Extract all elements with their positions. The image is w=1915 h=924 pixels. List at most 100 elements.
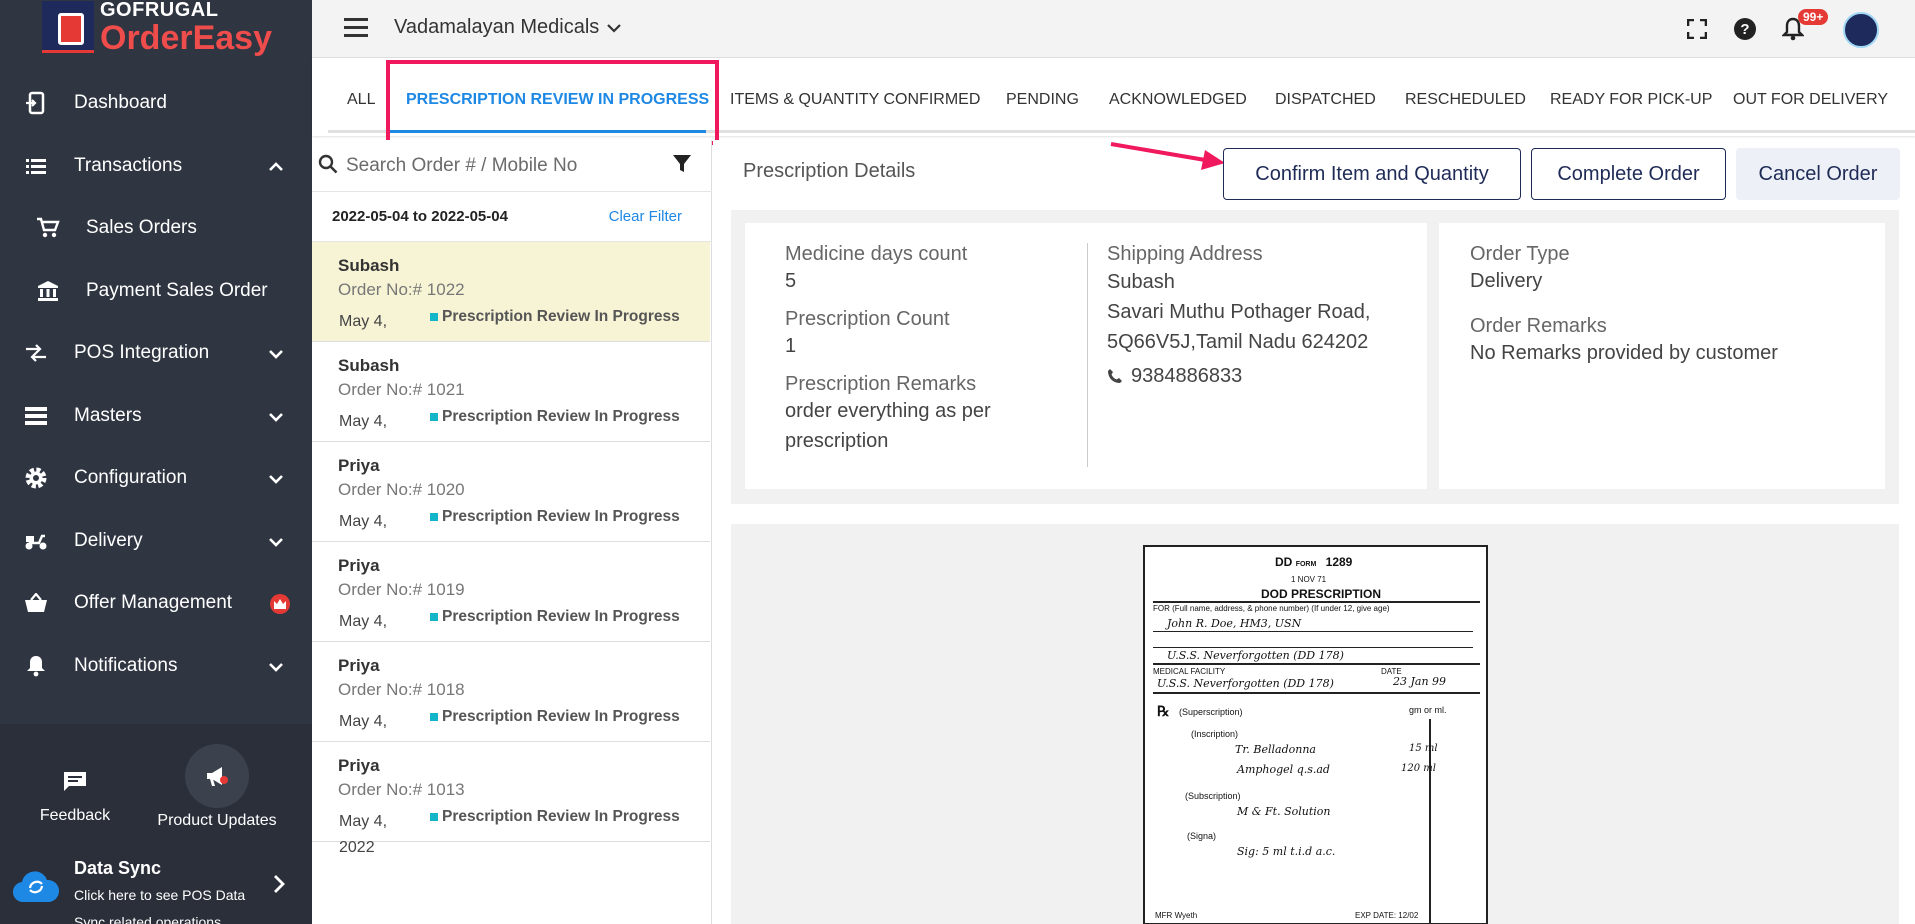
notification-count-badge: 99+ <box>1798 9 1829 25</box>
tab-items-quantity-confirmed[interactable]: ITEMS & QUANTITY CONFIRMED <box>730 60 980 132</box>
chevron-down-icon <box>269 475 283 484</box>
order-info-section: Medicine days count 5 Prescription Count… <box>731 210 1899 504</box>
prescription-image[interactable]: DD FORM 1289 1 NOV 71 DOD PRESCRIPTION F… <box>1143 545 1488 924</box>
order-details-panel: Prescription Details Confirm Item and Qu… <box>713 140 1915 924</box>
status-badge: Prescription Review In Progress <box>430 508 680 526</box>
tab-acknowledged[interactable]: ACKNOWLEDGED <box>1109 60 1247 132</box>
date-range: 2022-05-04 to 2022-05-04 <box>332 208 508 225</box>
order-card[interactable]: Subash Order No:# 1021 May 4, Prescripti… <box>312 342 710 442</box>
complete-order-button[interactable]: Complete Order <box>1531 148 1726 200</box>
medicine-days-label: Medicine days count <box>785 243 968 265</box>
status-badge: Prescription Review In Progress <box>430 708 680 726</box>
tab-pending[interactable]: PENDING <box>1006 60 1079 132</box>
customer-name: Priya <box>338 756 380 775</box>
user-avatar[interactable] <box>1843 12 1879 48</box>
order-date: May 4, 2022 <box>339 809 399 861</box>
phone-number-text: 9384886833 <box>1131 365 1243 387</box>
filter-icon[interactable] <box>672 154 692 174</box>
rx-exp-label: EXP DATE: <box>1355 911 1397 920</box>
rx-rule <box>1153 647 1473 648</box>
cancel-order-button[interactable]: Cancel Order <box>1736 148 1900 200</box>
product-updates-button[interactable]: Product Updates <box>142 744 292 830</box>
sidebar-footer: Feedback Product Updates Data Sync Click… <box>0 724 312 924</box>
datasync-button[interactable]: Data Sync Click here to see POS Data Syn… <box>0 844 312 924</box>
status-text: Prescription Review In Progress <box>442 508 680 525</box>
status-dot <box>430 313 438 321</box>
rx-units: gm or ml. <box>1409 705 1447 715</box>
tab-prescription-review[interactable]: PRESCRIPTION REVIEW IN PROGRESS <box>406 60 709 132</box>
sidebar-item-sales-orders[interactable]: Sales Orders <box>0 197 312 260</box>
rx-mfr: MFR Wyeth <box>1155 911 1197 920</box>
status-text: Prescription Review In Progress <box>442 408 680 425</box>
annotation-arrow <box>1110 142 1225 170</box>
rx-form-dd: DD <box>1275 555 1293 569</box>
chevron-down-icon <box>269 350 283 359</box>
order-number: Order No:# 1013 <box>338 780 465 799</box>
order-card[interactable]: Priya Order No:# 1018 May 4, Prescriptio… <box>312 642 710 742</box>
brand-logo[interactable]: GOFRUGAL OrderEasy <box>42 0 272 55</box>
tab-dispatched[interactable]: DISPATCHED <box>1275 60 1376 132</box>
confirm-item-quantity-button[interactable]: Confirm Item and Quantity <box>1223 148 1521 200</box>
order-date: May 4, <box>339 513 388 530</box>
prescription-count-value: 1 <box>785 335 797 357</box>
sidebar-item-offer-management[interactable]: Offer Management <box>0 572 312 635</box>
sidebar-item-pos-integration[interactable]: POS Integration <box>0 322 312 385</box>
datasync-description: Click here to see POS Data Sync related … <box>74 887 246 924</box>
sidebar-item-configuration[interactable]: Configuration <box>0 447 312 510</box>
fullscreen-icon[interactable] <box>1684 16 1710 42</box>
tab-ready-for-pickup[interactable]: READY FOR PICK-UP <box>1550 60 1712 132</box>
order-card[interactable]: Priya Order No:# 1013 May 4, 2022 Prescri… <box>312 742 710 856</box>
prescription-image-section: DD FORM 1289 1 NOV 71 DOD PRESCRIPTION F… <box>731 524 1899 924</box>
tab-all[interactable]: ALL <box>347 60 375 132</box>
order-card[interactable]: Priya Order No:# 1020 May 4, Prescriptio… <box>312 442 710 542</box>
order-type-card: Order Type Delivery Order Remarks No Rem… <box>1439 223 1885 489</box>
sidebar-item-label: Sales Orders <box>86 217 197 239</box>
status-dot <box>430 813 438 821</box>
sidebar-item-notifications[interactable]: Notifications <box>0 635 312 698</box>
date-filter: 2022-05-04 to 2022-05-04 Clear Filter <box>312 192 712 242</box>
rx-heading: DOD PRESCRIPTION <box>1261 587 1382 601</box>
order-number: Order No:# 1020 <box>338 480 465 499</box>
order-date: May 4, <box>339 413 388 430</box>
help-icon[interactable]: ? <box>1732 16 1758 42</box>
menu-icon[interactable] <box>344 18 368 38</box>
sidebar-item-delivery[interactable]: Delivery <box>0 510 312 573</box>
tab-rescheduled[interactable]: RESCHEDULED <box>1405 60 1526 132</box>
rx-facility-label: MEDICAL FACILITY <box>1153 667 1226 676</box>
order-date: May 4, <box>339 613 388 630</box>
rx-form-small: FORM <box>1295 561 1317 568</box>
shipping-name: Subash <box>1107 271 1175 293</box>
clear-filter-link[interactable]: Clear Filter <box>609 208 682 225</box>
feedback-button[interactable]: Feedback <box>0 744 150 825</box>
sidebar-item-transactions[interactable]: Transactions <box>0 135 312 198</box>
customer-name: Priya <box>338 656 380 675</box>
dashboard-icon <box>24 91 48 115</box>
order-date-year: 2022 <box>339 839 375 856</box>
prescription-info-card: Medicine days count 5 Prescription Count… <box>745 223 1427 489</box>
sidebar-item-label: Notifications <box>74 654 178 676</box>
rx-exp: EXP DATE: 12/02 <box>1355 911 1418 920</box>
sidebar-item-label: POS Integration <box>74 342 210 364</box>
rx-subscription: (Subscription) <box>1185 791 1241 801</box>
order-number: Order No:# 1022 <box>338 280 465 299</box>
brand-top-text: GOFRUGAL <box>100 0 219 21</box>
store-selector[interactable]: Vadamalayan Medicals <box>394 16 622 39</box>
tab-out-for-delivery[interactable]: OUT FOR DELIVERY <box>1733 60 1888 132</box>
rx-form-date: 1 NOV 71 <box>1291 575 1327 584</box>
sidebar-item-dashboard[interactable]: Dashboard <box>0 72 312 135</box>
sidebar-item-masters[interactable]: Masters <box>0 385 312 448</box>
chevron-down-icon <box>269 412 283 422</box>
crown-icon <box>270 594 290 614</box>
orderEasy-logo-icon <box>42 1 94 53</box>
rx-for-label: FOR (Full name, address, & phone number)… <box>1153 604 1390 613</box>
shipping-address: Savari Muthu Pothager Road, 5Q66V5J,Tami… <box>1107 301 1371 353</box>
order-date: May 4, <box>339 713 388 730</box>
sidebar-item-label: Delivery <box>74 529 143 551</box>
rx-rule <box>1153 663 1480 665</box>
status-dot <box>430 713 438 721</box>
sidebar-item-payment-sales-order[interactable]: Payment Sales Order <box>0 260 312 323</box>
order-card[interactable]: Priya Order No:# 1019 May 4, Prescriptio… <box>312 542 710 642</box>
sidebar-item-label: Payment Sales Order <box>86 279 268 301</box>
search-input[interactable] <box>346 148 656 184</box>
order-card[interactable]: Subash Order No:# 1022 May 4, Prescripti… <box>312 242 710 342</box>
